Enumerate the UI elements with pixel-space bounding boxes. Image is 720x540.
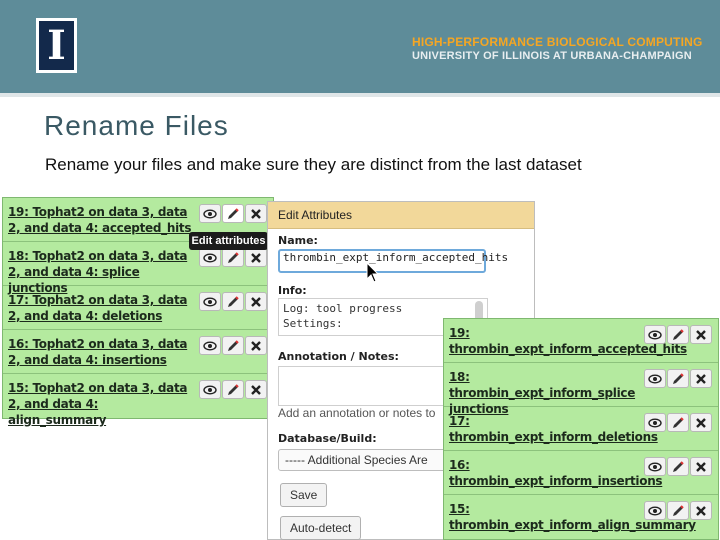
pencil-icon[interactable] (667, 325, 689, 344)
eye-icon[interactable] (199, 204, 221, 223)
history-item-title[interactable]: 16: thrombin_expt_inform_insertions (449, 457, 663, 489)
history-item[interactable]: 17: Tophat2 on data 3, data 2, and data … (3, 286, 273, 330)
delete-icon[interactable] (690, 457, 712, 476)
history-item-actions (199, 380, 267, 399)
history-item-actions (644, 413, 712, 432)
history-item-actions (199, 204, 267, 223)
history-item-actions (644, 457, 712, 476)
auto-detect-button[interactable]: Auto-detect (280, 516, 362, 540)
database-label: Database/Build: (278, 432, 377, 445)
org-name: HIGH-PERFORMANCE BIOLOGICAL COMPUTING (412, 35, 703, 49)
save-button[interactable]: Save (280, 483, 328, 507)
history-item-title[interactable]: 17: Tophat2 on data 3, data 2, and data … (8, 292, 198, 324)
history-item[interactable]: 16: thrombin_expt_inform_insertions (444, 451, 718, 495)
delete-icon[interactable] (690, 369, 712, 388)
pencil-icon[interactable] (222, 248, 244, 267)
history-item-title[interactable]: 17: thrombin_expt_inform_deletions (449, 413, 658, 445)
eye-icon[interactable] (644, 457, 666, 476)
delete-icon[interactable] (245, 248, 267, 267)
history-item-actions (644, 325, 712, 344)
pencil-icon[interactable] (222, 292, 244, 311)
history-item[interactable]: 17: thrombin_expt_inform_deletions (444, 407, 718, 451)
history-item-title[interactable]: 19: Tophat2 on data 3, data 2, and data … (8, 204, 198, 236)
history-item-title[interactable]: 19: thrombin_expt_inform_accepted_hits (449, 325, 687, 357)
delete-icon[interactable] (690, 413, 712, 432)
history-item[interactable]: 15: thrombin_expt_inform_align_summary (444, 495, 718, 539)
history-item-actions (199, 336, 267, 355)
tooltip-text: Edit attributes (191, 235, 266, 247)
mouse-cursor-icon (366, 262, 380, 283)
pencil-icon[interactable] (667, 369, 689, 388)
history-item-actions (644, 501, 712, 520)
pencil-icon[interactable] (667, 457, 689, 476)
delete-icon[interactable] (690, 501, 712, 520)
history-item-actions (199, 292, 267, 311)
delete-icon[interactable] (690, 325, 712, 344)
university-logo: I (36, 18, 77, 73)
name-label: Name: (278, 234, 318, 247)
delete-icon[interactable] (245, 204, 267, 223)
slide-subtitle: Rename your files and make sure they are… (45, 155, 582, 174)
eye-icon[interactable] (199, 380, 221, 399)
annotation-label: Annotation / Notes: (278, 350, 399, 363)
info-line: Log: tool progress (283, 302, 403, 315)
name-input[interactable]: thrombin_expt_inform_accepted_hits (278, 249, 508, 273)
header-divider (0, 93, 720, 97)
pencil-icon[interactable] (222, 336, 244, 355)
slide-title: Rename Files (44, 110, 229, 141)
history-item[interactable]: 19: thrombin_expt_inform_accepted_hits (444, 319, 718, 363)
delete-icon[interactable] (245, 292, 267, 311)
delete-icon[interactable] (245, 336, 267, 355)
eye-icon[interactable] (199, 248, 221, 267)
history-item-title[interactable]: 16: Tophat2 on data 3, data 2, and data … (8, 336, 198, 368)
eye-icon[interactable] (644, 501, 666, 520)
edit-attributes-header: Edit Attributes (268, 202, 534, 229)
annotation-textarea[interactable] (278, 366, 458, 406)
history-item-title[interactable]: 15: thrombin_expt_inform_align_summary (449, 501, 696, 533)
eye-icon[interactable] (644, 369, 666, 388)
pencil-icon[interactable] (667, 413, 689, 432)
eye-icon[interactable] (644, 413, 666, 432)
university-name: UNIVERSITY OF ILLINOIS AT URBANA-CHAMPAI… (412, 50, 692, 62)
annotation-placeholder: Add an annotation or notes to (278, 406, 436, 420)
pencil-icon[interactable] (222, 204, 244, 223)
edit-attributes-tooltip: Edit attributes (189, 232, 268, 250)
history-item-actions (644, 369, 712, 388)
database-select[interactable]: ----- Additional Species Are (278, 449, 456, 471)
eye-icon[interactable] (644, 325, 666, 344)
logo-letter: I (47, 22, 66, 69)
delete-icon[interactable] (245, 380, 267, 399)
history-item-title[interactable]: 15: Tophat2 on data 3, data 2, and data … (8, 380, 198, 428)
header-banner: I HIGH-PERFORMANCE BIOLOGICAL COMPUTING … (0, 0, 720, 93)
history-item[interactable]: 16: Tophat2 on data 3, data 2, and data … (3, 330, 273, 374)
history-item-actions (199, 248, 267, 267)
history-panel-after: 19: thrombin_expt_inform_accepted_hits 18… (443, 318, 719, 540)
pencil-icon[interactable] (667, 501, 689, 520)
history-panel-before: 19: Tophat2 on data 3, data 2, and data … (2, 197, 274, 427)
info-label: Info: (278, 284, 307, 297)
eye-icon[interactable] (199, 292, 221, 311)
eye-icon[interactable] (199, 336, 221, 355)
history-item[interactable]: 15: Tophat2 on data 3, data 2, and data … (3, 374, 273, 427)
pencil-icon[interactable] (222, 380, 244, 399)
history-item[interactable]: 18: thrombin_expt_inform_splice junction… (444, 363, 718, 416)
